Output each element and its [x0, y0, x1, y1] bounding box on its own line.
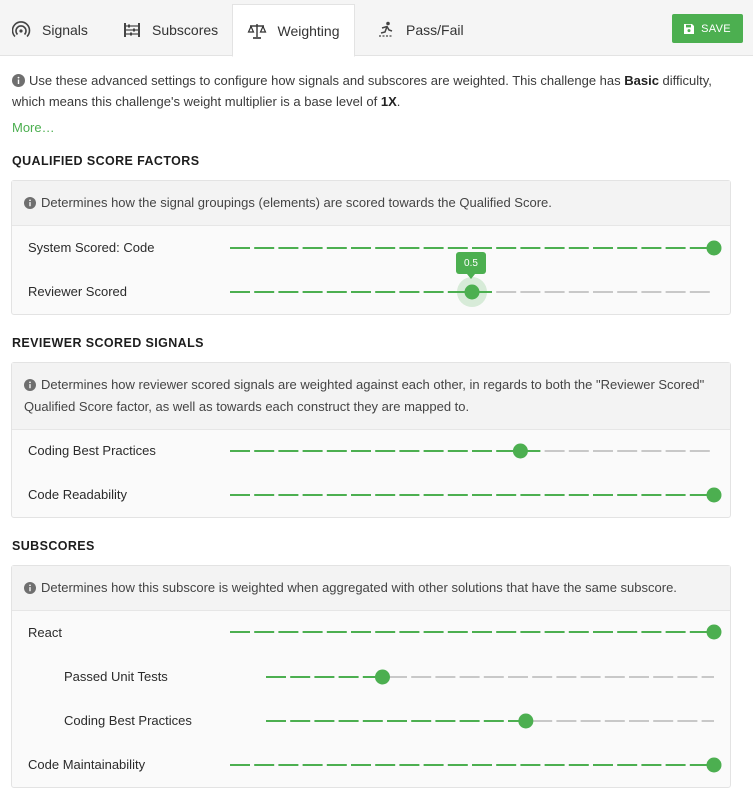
tab-weighting[interactable]: Weighting — [232, 4, 355, 57]
tab-label: Subscores — [152, 22, 219, 38]
weight-row-label: Code Readability — [28, 487, 128, 502]
signal-icon — [12, 21, 31, 38]
intro-text-part: Use these advanced settings to configure… — [29, 73, 625, 88]
weight-row-label: Coding Best Practices — [28, 443, 156, 458]
card-note-text: Determines how the signal groupings (ele… — [41, 195, 552, 210]
section-title-reviewer: REVIEWER SCORED SIGNALS — [12, 336, 204, 350]
tab-label: Pass/Fail — [406, 22, 464, 38]
more-link[interactable]: More… — [12, 120, 55, 135]
abacus-icon — [124, 23, 140, 37]
intro-text: Use these advanced settings to configure… — [12, 70, 742, 112]
save-button[interactable]: SAVE — [672, 14, 743, 43]
tab-pass-fail[interactable]: Pass/Fail — [376, 4, 464, 56]
card-note-text: Determines how reviewer scored signals a… — [24, 377, 705, 414]
difficulty-level: Basic — [624, 73, 659, 88]
section-title-subscores: SUBSCORES — [12, 539, 95, 553]
floppy-disk-icon — [684, 23, 695, 34]
tab-bar: Signals Subscores Weighting Pass/Fail SA… — [0, 0, 753, 57]
card-note: Determines how reviewer scored signals a… — [12, 363, 730, 430]
card-note-text: Determines how this subscore is weighted… — [41, 580, 677, 595]
info-icon — [24, 582, 36, 594]
tab-subscores[interactable]: Subscores — [122, 4, 218, 56]
card-note: Determines how this subscore is weighted… — [12, 566, 730, 611]
weight-row-label: Passed Unit Tests — [64, 669, 168, 684]
weight-row-label: Reviewer Scored — [28, 284, 127, 299]
weight-multiplier: 1X — [380, 94, 397, 109]
weight-row-label: Code Maintainability — [28, 757, 146, 772]
slider-value-tooltip: 0.5 — [456, 252, 486, 279]
weight-row-label: System Scored: Code — [28, 240, 155, 255]
tab-signals[interactable]: Signals — [12, 4, 88, 56]
weight-row-label: Coding Best Practices — [64, 713, 192, 728]
info-icon — [24, 197, 36, 209]
card-note: Determines how the signal groupings (ele… — [12, 181, 730, 226]
intro-text-part: . — [396, 94, 401, 109]
save-label: SAVE — [701, 22, 731, 35]
info-icon — [24, 379, 36, 391]
weight-row-label: React — [28, 625, 62, 640]
tab-label: Signals — [42, 22, 88, 38]
scale-icon — [248, 23, 267, 39]
info-icon — [12, 74, 25, 87]
tab-label: Weighting — [277, 22, 340, 39]
hurdle-icon — [379, 21, 393, 37]
section-title-qualified: QUALIFIED SCORE FACTORS — [12, 154, 200, 168]
